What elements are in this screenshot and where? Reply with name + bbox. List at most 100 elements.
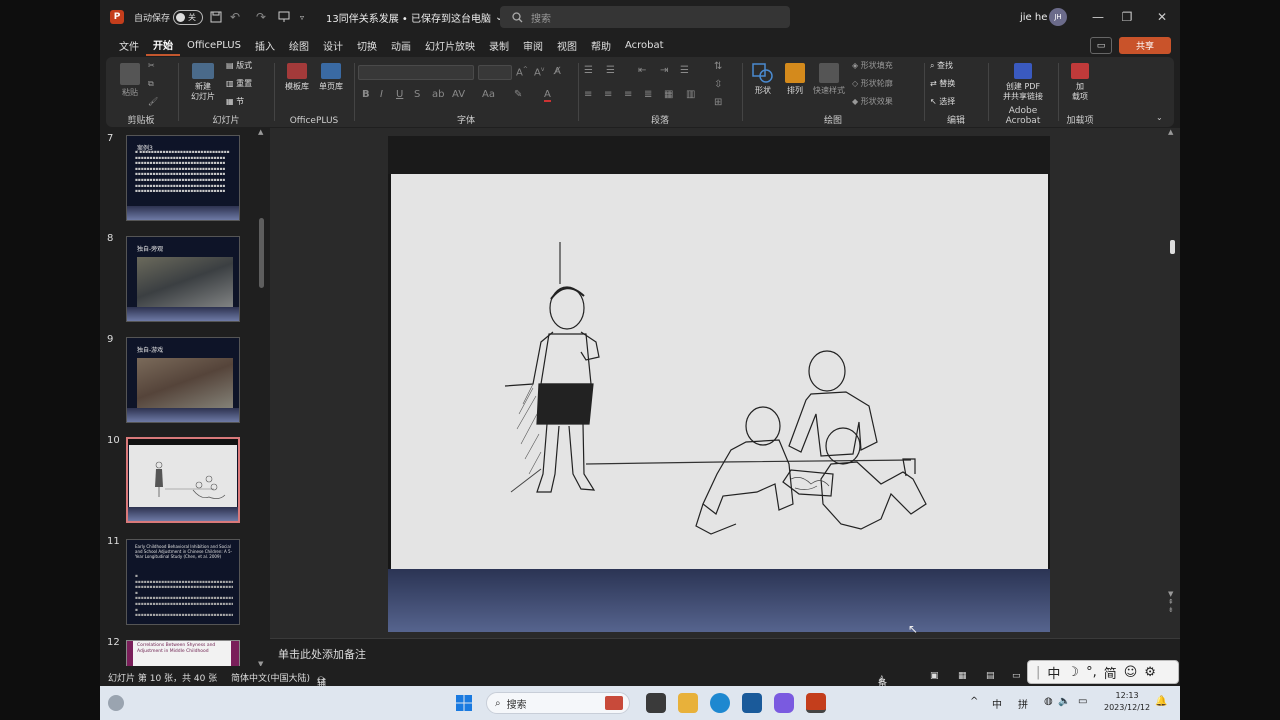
font-name-select[interactable]	[358, 65, 474, 80]
clear-format-icon[interactable]: A̸	[554, 66, 561, 77]
new-slide-button[interactable]: 新建 幻灯片	[186, 63, 220, 102]
maximize-icon[interactable]: ❐	[1110, 0, 1144, 34]
paste-button[interactable]: 粘贴	[116, 63, 144, 98]
increase-indent-icon[interactable]: ⇥	[660, 65, 668, 76]
ime-toolbar[interactable]: | 中 ☽ °, 简 ☺ ⚙	[1027, 660, 1179, 684]
template-library-button[interactable]: 模板库	[282, 63, 312, 92]
layout-button[interactable]: ▤ 版式	[226, 61, 252, 71]
save-icon[interactable]	[210, 0, 222, 34]
emoji-icon[interactable]: ☺	[1124, 665, 1138, 680]
reset-button[interactable]: ▥ 重置	[226, 79, 252, 89]
tab-animations[interactable]: 动画	[384, 34, 418, 56]
copy-icon[interactable]: ⧉	[148, 79, 154, 89]
share-button[interactable]: 共享	[1119, 37, 1171, 54]
decrease-font-icon[interactable]: Av	[534, 66, 544, 78]
store-icon[interactable]	[742, 693, 762, 713]
arrange-button[interactable]: 排列	[782, 63, 808, 96]
network-icon[interactable]: ◍	[1044, 696, 1053, 707]
font-color-icon[interactable]: A	[544, 89, 551, 102]
tab-transitions[interactable]: 切换	[350, 34, 384, 56]
numbering-icon[interactable]: ☰	[606, 65, 615, 76]
close-icon[interactable]: ✕	[1145, 0, 1179, 34]
line-spacing-icon[interactable]: ☰	[680, 65, 689, 76]
cut-icon[interactable]: ✂	[148, 61, 155, 71]
quick-styles-button[interactable]: 快速样式	[812, 63, 846, 96]
taskbar-clock[interactable]: 12:13 2023/12/12	[1104, 690, 1150, 714]
change-case-icon[interactable]: Aa	[482, 89, 495, 100]
document-title[interactable]: 13同伴关系发展 • 已保存到这台电脑⌄	[326, 0, 503, 34]
tab-file[interactable]: 文件	[112, 34, 146, 56]
char-spacing-icon[interactable]: AV	[452, 89, 465, 100]
increase-font-icon[interactable]: A^	[516, 66, 528, 78]
normal-view-icon[interactable]: ▣	[930, 671, 939, 681]
select-button[interactable]: ↖ 选择	[930, 97, 955, 107]
tab-help[interactable]: 帮助	[584, 34, 618, 56]
scroll-up-icon[interactable]: ▲	[258, 128, 263, 136]
slide-thumbnail-selected[interactable]	[126, 437, 240, 523]
slide-thumbnail[interactable]: 独自-旁观	[126, 236, 240, 322]
taskbar-search[interactable]: ⌕ 搜索	[486, 692, 630, 714]
present-icon[interactable]	[278, 0, 290, 34]
find-button[interactable]: ⌕ 查找	[930, 61, 953, 71]
slide-sorter-icon[interactable]: ▦	[958, 671, 967, 681]
justify-icon[interactable]: ≣	[644, 89, 652, 100]
customize-qat-icon[interactable]: ▿	[300, 0, 304, 34]
decrease-indent-icon[interactable]: ⇤	[638, 65, 646, 76]
tab-record[interactable]: 录制	[482, 34, 516, 56]
slide-thumbnail[interactable]: 独自-游戏	[126, 337, 240, 423]
smartart-icon[interactable]: ⊞	[714, 97, 722, 108]
tab-acrobat[interactable]: Acrobat	[618, 34, 671, 56]
tray-expand-icon[interactable]: ^	[970, 696, 978, 707]
tab-review[interactable]: 审阅	[516, 34, 550, 56]
thumbnail-scrollbar[interactable]: ▲ ▼	[258, 128, 266, 668]
addins-button[interactable]: 加载项	[1066, 63, 1094, 102]
edge-browser-icon[interactable]	[710, 693, 730, 713]
distribute-icon[interactable]: ▦	[664, 89, 673, 100]
slide-illustration[interactable]	[391, 174, 1048, 569]
underline-icon[interactable]: U	[396, 89, 403, 100]
language-status[interactable]: 简体中文(中国大陆)	[231, 671, 310, 684]
reading-view-icon[interactable]: ▤	[986, 671, 995, 681]
current-slide[interactable]	[388, 136, 1050, 632]
copilot-icon[interactable]	[774, 693, 794, 713]
tab-home[interactable]: 开始	[146, 34, 180, 56]
ime-handle[interactable]: |	[1036, 665, 1040, 680]
align-center-icon[interactable]: ≡	[604, 89, 612, 100]
slide-thumbnail[interactable]: Early Childhood Behavioral Inhibition an…	[126, 539, 240, 625]
page-nav-icons[interactable]: ▼ ⇞ ⇟	[1168, 590, 1174, 614]
font-size-select[interactable]	[478, 65, 512, 80]
tab-draw[interactable]: 绘图	[282, 34, 316, 56]
redo-icon[interactable]: ↷	[256, 0, 266, 34]
tab-view[interactable]: 视图	[550, 34, 584, 56]
powerpoint-taskbar-icon[interactable]	[806, 693, 826, 713]
tab-officeplus[interactable]: OfficePLUS	[180, 34, 248, 56]
shapes-button[interactable]: 形状	[750, 63, 776, 96]
undo-icon[interactable]: ↶	[230, 0, 240, 34]
align-text-icon[interactable]: ⇳	[714, 79, 722, 90]
format-painter-icon[interactable]: 🖌	[148, 97, 158, 107]
battery-icon[interactable]: ▭	[1078, 696, 1087, 707]
scrollbar-thumb[interactable]	[259, 218, 264, 288]
scrollbar-thumb[interactable]	[1170, 240, 1175, 254]
slideshow-view-icon[interactable]: ▭	[1012, 671, 1021, 681]
windows-start-icon[interactable]	[456, 695, 472, 711]
spacing-icon[interactable]: ab	[432, 89, 444, 100]
ime-pinyin-indicator[interactable]: 拼	[1018, 696, 1028, 711]
widgets-icon[interactable]	[108, 695, 124, 711]
autosave-toggle[interactable]: 关	[173, 9, 203, 25]
shape-fill-button[interactable]: ◈ 形状填充	[852, 61, 893, 71]
ime-zh-indicator[interactable]: 中	[992, 696, 1002, 711]
strikethrough-icon[interactable]: S	[414, 89, 420, 100]
shape-effects-button[interactable]: ◆ 形状效果	[852, 97, 893, 107]
create-pdf-button[interactable]: 创建 PDF 并共享链接	[994, 63, 1052, 102]
text-direction-icon[interactable]: ⇅	[714, 61, 722, 72]
notification-bell-icon[interactable]: 🔔	[1155, 696, 1167, 707]
moon-icon[interactable]: ☽	[1067, 665, 1079, 680]
shape-outline-button[interactable]: ◇ 形状轮廓	[852, 79, 893, 89]
align-right-icon[interactable]: ≡	[624, 89, 632, 100]
bullets-icon[interactable]: ☰	[584, 65, 593, 76]
collapse-ribbon-icon[interactable]: ⌄	[1156, 113, 1163, 123]
tab-insert[interactable]: 插入	[248, 34, 282, 56]
highlight-icon[interactable]: ✎	[514, 89, 522, 100]
avatar[interactable]: JH	[1049, 8, 1067, 26]
